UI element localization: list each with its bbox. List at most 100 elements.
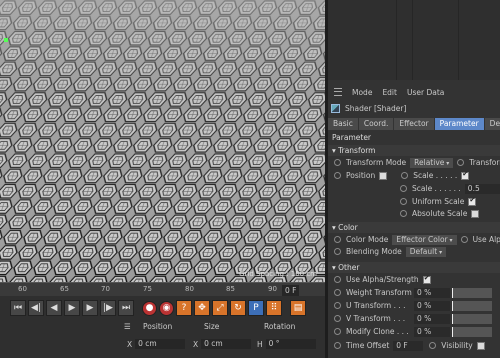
modify-clone-field[interactable]: 0 % xyxy=(414,326,450,337)
tab-deform[interactable]: Deform xyxy=(484,118,500,130)
timeline-tick: 65 xyxy=(60,285,69,293)
animate-dot-icon[interactable] xyxy=(334,302,341,309)
u-transform-field[interactable]: 0 % xyxy=(414,300,450,311)
x-size-field[interactable]: 0 cm xyxy=(201,339,252,349)
x-axis-label: X xyxy=(127,339,133,349)
next-key-icon[interactable]: |▶ xyxy=(100,300,116,316)
animate-dot-icon[interactable] xyxy=(334,289,341,296)
blending-mode-dropdown[interactable]: Default xyxy=(405,246,447,257)
absolute-scale-checkbox[interactable] xyxy=(471,209,480,218)
animate-dot-icon[interactable] xyxy=(400,210,407,217)
play-icon[interactable]: ▶ xyxy=(64,300,80,316)
x-position-row: X 0 cm xyxy=(127,339,186,349)
parameter-key-icon[interactable]: P xyxy=(248,300,264,316)
keyframe-selection-icon[interactable]: ? xyxy=(176,300,192,316)
other-group-header[interactable]: ▾ Other xyxy=(328,262,500,273)
tab-basic[interactable]: Basic xyxy=(328,118,358,130)
absolute-scale-row: Absolute Scale xyxy=(400,208,480,219)
scale-key-icon[interactable]: ⤢ xyxy=(212,300,228,316)
rotation-key-icon[interactable]: ↻ xyxy=(230,300,246,316)
coords-menu-icon[interactable]: ☰ xyxy=(124,322,131,331)
animate-dot-icon[interactable] xyxy=(334,315,341,322)
section-title-parameter: Parameter xyxy=(332,133,372,142)
pla-key-icon[interactable]: ⠿ xyxy=(266,300,282,316)
attr-menu-bar: Mode Edit User Data xyxy=(328,84,500,100)
timeline-icon[interactable]: ▤ xyxy=(290,300,306,316)
animate-dot-icon[interactable] xyxy=(334,248,341,255)
current-frame-field[interactable]: 0 F xyxy=(282,285,300,296)
menu-mode[interactable]: Mode xyxy=(352,88,372,97)
scale-checkbox[interactable] xyxy=(461,170,470,180)
object-title: Shader [Shader] xyxy=(328,101,500,116)
scale-value-field[interactable]: 0.5 xyxy=(464,183,500,194)
animate-dot-icon[interactable] xyxy=(334,342,341,349)
weight-transform-field[interactable]: 0 % xyxy=(414,287,450,298)
tab-effector[interactable]: Effector xyxy=(394,118,434,130)
u-transform-slider[interactable] xyxy=(452,300,492,311)
next-frame-icon[interactable]: ▶ xyxy=(82,300,98,316)
tab-coord[interactable]: Coord. xyxy=(358,118,394,130)
viewport[interactable]: Grid Spacing : 100 cm xyxy=(0,0,325,282)
uniform-scale-label: Uniform Scale xyxy=(412,197,465,206)
modify-clone-slider[interactable] xyxy=(452,326,492,337)
animate-dot-icon[interactable] xyxy=(460,236,468,243)
position-checkbox[interactable] xyxy=(379,171,388,180)
bottom-panel: 60 65 70 75 80 85 90 0 F ⏮ ◀| ◀ ▶ ▶ |▶ ⏭… xyxy=(0,282,325,358)
x-position-field[interactable]: 0 cm xyxy=(135,339,186,349)
autokey-icon[interactable]: ◉ xyxy=(159,300,174,316)
v-transform-slider[interactable] xyxy=(452,313,492,324)
position-key-icon[interactable]: ✥ xyxy=(194,300,210,316)
visibility-checkbox[interactable] xyxy=(476,341,485,350)
menu-edit[interactable]: Edit xyxy=(382,88,397,97)
transform-label: Transform xyxy=(469,158,500,167)
animate-dot-icon[interactable] xyxy=(400,198,407,205)
uniform-scale-checkbox[interactable] xyxy=(468,196,477,206)
h-rotation-field[interactable]: 0 ° xyxy=(265,339,316,349)
use-alpha-strength-checkbox[interactable] xyxy=(422,274,431,284)
record-icon[interactable]: ● xyxy=(142,300,157,316)
go-to-end-icon[interactable]: ⏭ xyxy=(118,300,134,316)
v-transform-label: V Transform . . . xyxy=(346,314,406,323)
v-transform-row: V Transform . . . 0 % xyxy=(334,313,492,324)
go-to-start-icon[interactable]: ⏮ xyxy=(10,300,26,316)
use-alpha-label: Use Alpha/ xyxy=(472,235,500,244)
animate-dot-icon[interactable] xyxy=(334,236,341,243)
use-alpha-strength-label: Use Alpha/Strength xyxy=(346,275,419,284)
attribute-manager: Mode Edit User Data Shader [Shader] Basi… xyxy=(328,0,500,358)
menu-icon[interactable] xyxy=(334,88,342,96)
prev-key-icon[interactable]: ◀| xyxy=(28,300,44,316)
size-header: Size xyxy=(204,322,220,331)
uniform-scale-row: Uniform Scale xyxy=(400,196,477,207)
rotation-header: Rotation xyxy=(264,322,296,331)
animate-dot-icon[interactable] xyxy=(334,276,341,283)
animate-dot-icon[interactable] xyxy=(400,185,407,192)
menu-user-data[interactable]: User Data xyxy=(407,88,444,97)
animate-dot-icon[interactable] xyxy=(429,342,437,349)
color-mode-dropdown[interactable]: Effector Color xyxy=(392,234,457,245)
animate-dot-icon[interactable] xyxy=(334,328,341,335)
tab-parameter[interactable]: Parameter xyxy=(434,118,484,130)
animate-dot-icon[interactable] xyxy=(457,159,465,166)
transport-bar: ⏮ ◀| ◀ ▶ ▶ |▶ ⏭ ● ◉ ? ✥ ⤢ ↻ P ⠿ ▤ xyxy=(0,298,325,318)
modify-clone-row: Modify Clone . . . 0 % xyxy=(334,326,492,337)
coordinates-manager: ☰ Position Size Rotation X 0 cm X 0 cm H… xyxy=(0,320,325,358)
prev-frame-icon[interactable]: ◀ xyxy=(46,300,62,316)
time-offset-field[interactable]: 0 F xyxy=(393,340,424,351)
position-header: Position xyxy=(143,322,173,331)
timeline-tick: 90 xyxy=(268,285,277,293)
hexagon-pattern-render xyxy=(0,0,325,282)
weight-transform-slider[interactable] xyxy=(452,287,492,298)
transform-group-header[interactable]: ▾ Transform xyxy=(328,145,500,156)
timeline-ruler[interactable]: 60 65 70 75 80 85 90 0 F xyxy=(0,282,325,296)
shader-icon xyxy=(331,104,340,113)
scale-value-row: Scale . . . . . . 0.5 xyxy=(400,183,500,194)
animate-dot-icon[interactable] xyxy=(334,172,341,179)
h-axis-label: H xyxy=(257,339,263,349)
attr-tabs: Basic Coord. Effector Parameter Deform xyxy=(328,118,500,130)
animate-dot-icon[interactable] xyxy=(334,159,341,166)
transform-mode-dropdown[interactable]: Relative xyxy=(410,157,454,168)
color-group-header[interactable]: ▾ Color xyxy=(328,222,500,233)
v-transform-field[interactable]: 0 % xyxy=(414,313,450,324)
timeline-tick: 80 xyxy=(185,285,194,293)
animate-dot-icon[interactable] xyxy=(401,172,409,179)
